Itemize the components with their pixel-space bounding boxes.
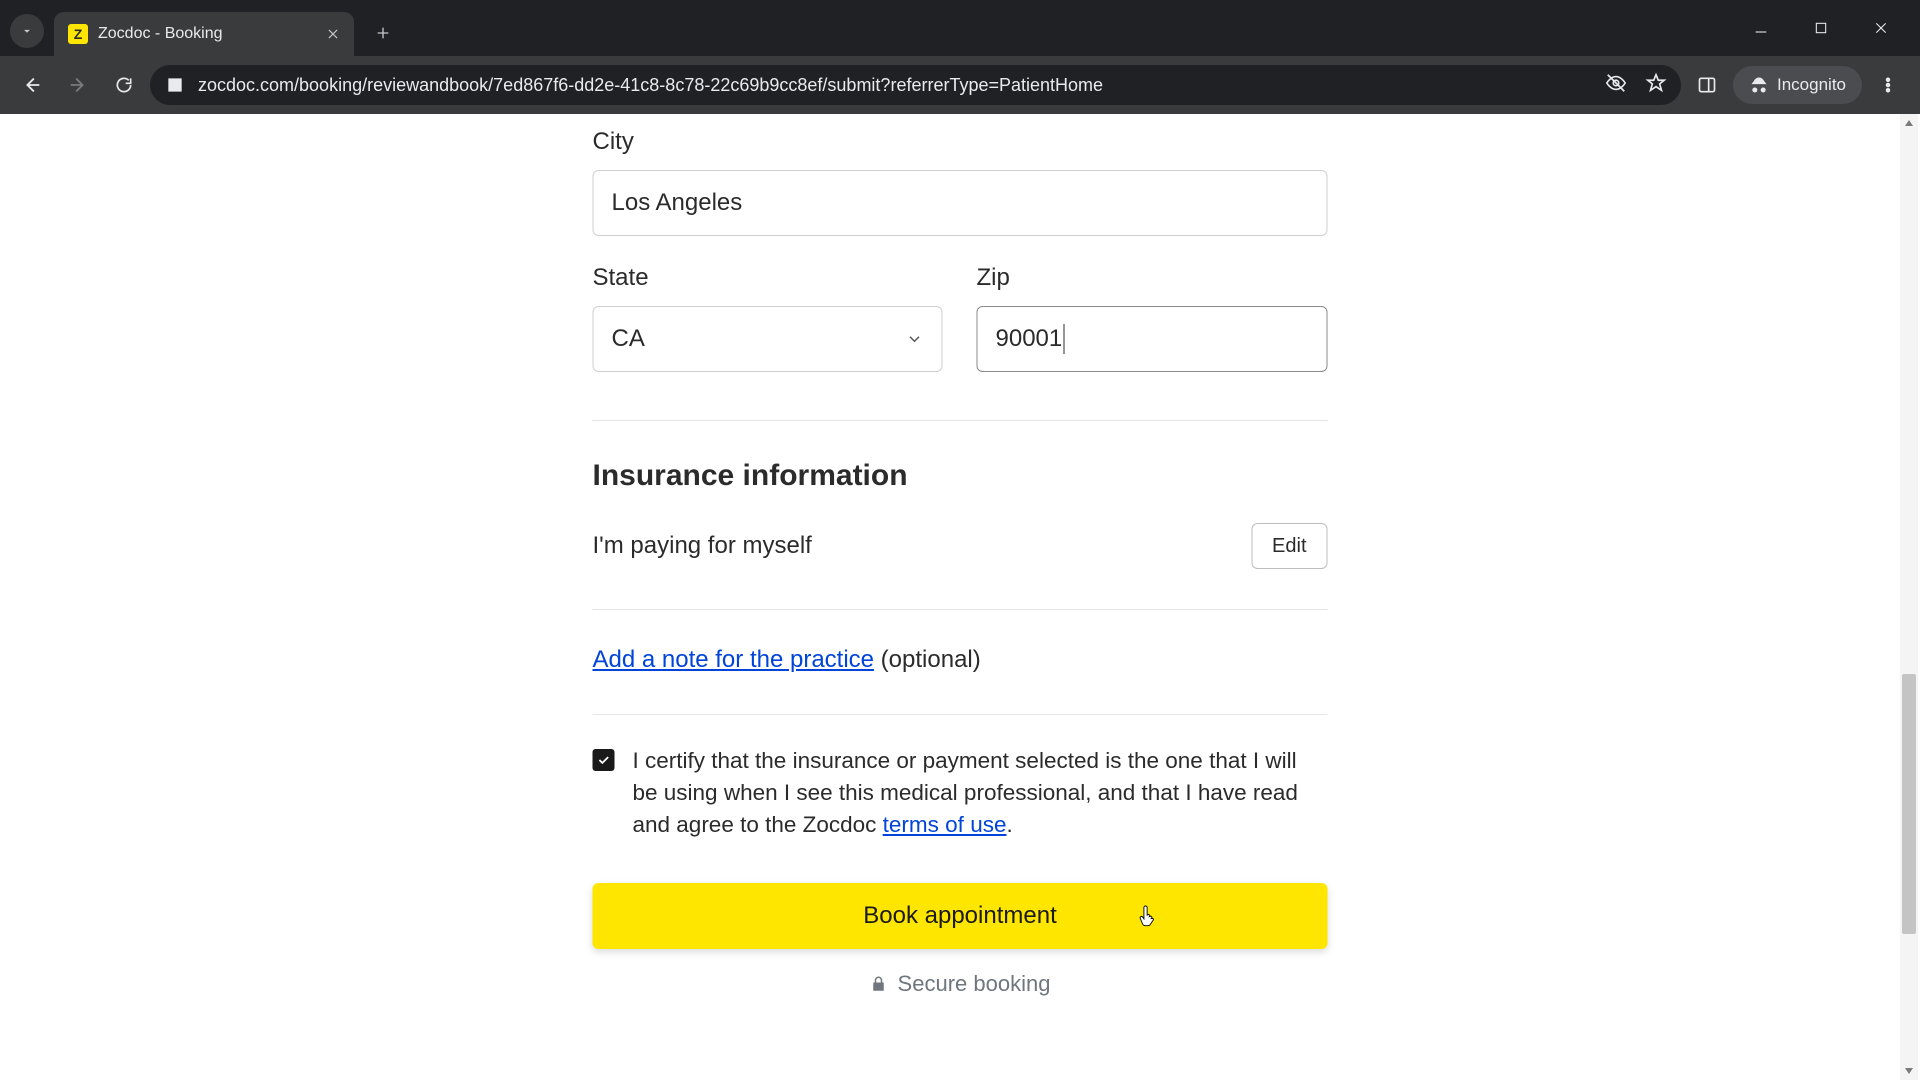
nav-reload-button[interactable] <box>104 65 144 105</box>
lock-icon <box>870 975 888 993</box>
url-text: zocdoc.com/booking/reviewandbook/7ed867f… <box>198 75 1103 96</box>
zip-value: 90001 <box>996 325 1063 353</box>
page-viewport: City Los Angeles State CA Zip 90001 Insu… <box>0 114 1920 1080</box>
insurance-heading: Insurance information <box>593 459 1328 493</box>
book-appointment-button[interactable]: Book appointment <box>593 883 1328 949</box>
page-scrollbar[interactable] <box>1900 114 1918 1080</box>
edit-label: Edit <box>1272 535 1306 558</box>
browser-tab[interactable]: Z Zocdoc - Booking <box>54 12 354 56</box>
add-note-line: Add a note for the practice (optional) <box>593 646 1328 674</box>
browser-tab-strip: Z Zocdoc - Booking <box>0 0 1920 56</box>
nav-back-button[interactable] <box>12 65 52 105</box>
state-label: State <box>593 264 943 292</box>
state-select[interactable]: CA <box>593 306 943 372</box>
nav-forward-button[interactable] <box>58 65 98 105</box>
tracking-protection-icon[interactable] <box>1605 72 1627 99</box>
favicon-icon: Z <box>68 24 88 44</box>
side-panel-button[interactable] <box>1687 65 1727 105</box>
browser-toolbar: zocdoc.com/booking/reviewandbook/7ed867f… <box>0 56 1920 114</box>
tab-search-button[interactable] <box>10 14 44 48</box>
section-divider <box>593 609 1328 610</box>
window-close-button[interactable] <box>1864 11 1898 45</box>
city-input[interactable]: Los Angeles <box>593 170 1328 236</box>
booking-form: City Los Angeles State CA Zip 90001 Insu… <box>593 128 1328 997</box>
edit-insurance-button[interactable]: Edit <box>1251 523 1327 569</box>
address-bar[interactable]: zocdoc.com/booking/reviewandbook/7ed867f… <box>150 65 1681 105</box>
scroll-up-arrow[interactable] <box>1900 114 1918 132</box>
zip-input[interactable]: 90001 <box>977 306 1328 372</box>
incognito-indicator[interactable]: Incognito <box>1733 66 1862 104</box>
certify-text-after: . <box>1006 812 1012 837</box>
text-caret <box>1063 324 1064 354</box>
tab-title: Zocdoc - Booking <box>98 25 223 43</box>
book-label: Book appointment <box>863 902 1056 930</box>
chevron-down-icon <box>906 330 924 348</box>
terms-of-use-link[interactable]: terms of use <box>883 812 1007 837</box>
window-controls <box>1744 0 1912 56</box>
window-minimize-button[interactable] <box>1744 11 1778 45</box>
secure-label: Secure booking <box>898 971 1051 997</box>
secure-booking-line: Secure booking <box>593 971 1328 997</box>
scroll-down-arrow[interactable] <box>1900 1062 1918 1080</box>
new-tab-button[interactable] <box>366 16 400 50</box>
city-value: Los Angeles <box>612 189 743 217</box>
certify-checkbox[interactable] <box>593 749 615 771</box>
optional-label: (optional) <box>874 646 981 673</box>
site-info-icon[interactable] <box>164 74 186 96</box>
certify-text: I certify that the insurance or payment … <box>633 745 1328 841</box>
add-note-link[interactable]: Add a note for the practice <box>593 646 875 673</box>
city-label: City <box>593 128 1328 156</box>
incognito-label: Incognito <box>1777 75 1846 95</box>
cursor-icon <box>1138 903 1160 931</box>
browser-menu-button[interactable] <box>1868 65 1908 105</box>
state-value: CA <box>612 325 645 353</box>
insurance-summary: I'm paying for myself <box>593 532 812 560</box>
section-divider <box>593 714 1328 715</box>
zip-label: Zip <box>977 264 1328 292</box>
tab-close-button[interactable] <box>326 27 340 41</box>
window-maximize-button[interactable] <box>1804 11 1838 45</box>
bookmark-icon[interactable] <box>1645 72 1667 99</box>
section-divider <box>593 420 1328 421</box>
scrollbar-thumb[interactable] <box>1902 674 1916 934</box>
